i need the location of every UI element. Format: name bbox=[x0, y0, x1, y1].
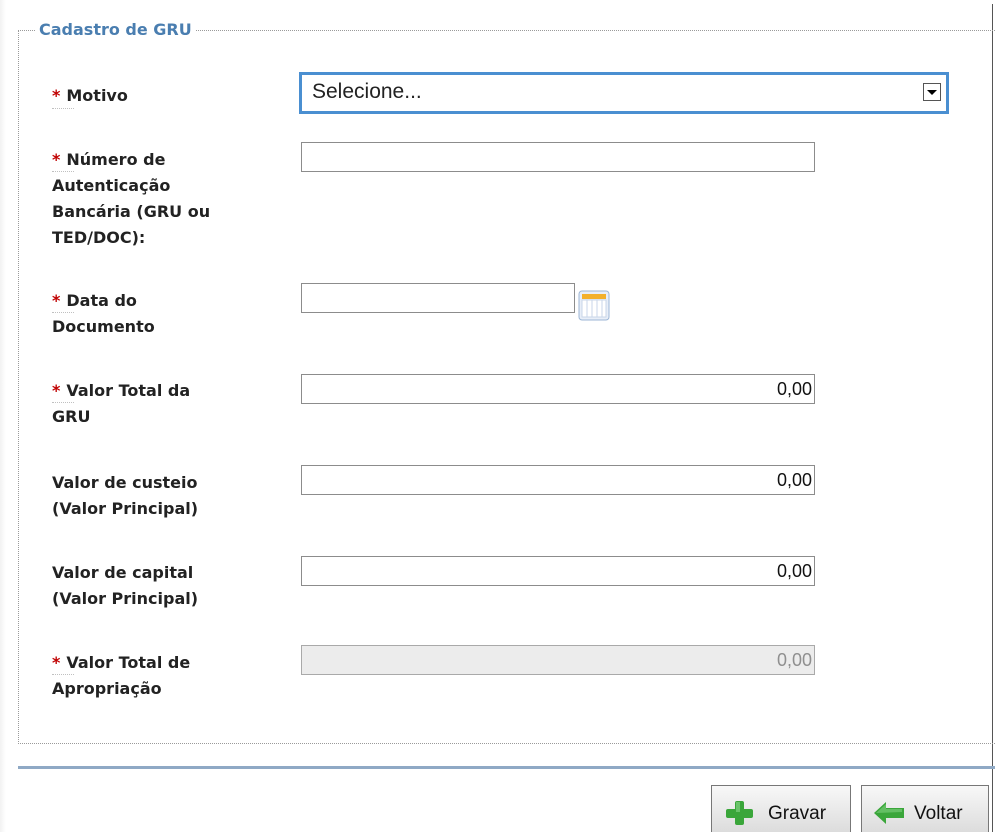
valor-custeio-label: Valor de custeio (Valor Principal) bbox=[52, 470, 198, 522]
save-button-label: Gravar bbox=[768, 803, 827, 824]
valor-apropriacao-label: * Valor Total de Apropriação bbox=[52, 650, 190, 702]
valor-total-gru-label: * Valor Total da GRU bbox=[52, 378, 190, 430]
label-line: TED/DOC): bbox=[52, 228, 146, 247]
required-marker: * bbox=[52, 150, 61, 169]
plus-icon bbox=[726, 801, 753, 825]
label-underline bbox=[52, 312, 74, 314]
label-line: GRU bbox=[52, 407, 91, 426]
label-underline bbox=[52, 171, 74, 173]
motivo-select[interactable]: Selecione... bbox=[299, 72, 949, 114]
label-line: Data do bbox=[66, 291, 137, 310]
calendar-icon[interactable] bbox=[577, 288, 611, 322]
label-line: Número de bbox=[66, 150, 166, 169]
save-button[interactable]: Gravar bbox=[711, 785, 851, 832]
top-strip bbox=[0, 0, 995, 832]
label-line: Valor Total da bbox=[66, 381, 191, 400]
label-underline bbox=[52, 108, 74, 110]
valor-apropriacao-input: 0,00 bbox=[301, 645, 815, 675]
label-line: Autenticação bbox=[52, 176, 171, 195]
motivo-select-value: Selecione... bbox=[312, 80, 422, 103]
back-button-label: Voltar bbox=[914, 803, 963, 824]
label-line: Valor de capital bbox=[52, 563, 194, 582]
label-line: Documento bbox=[52, 317, 155, 336]
label-line: Valor de custeio bbox=[52, 473, 198, 492]
required-marker: * bbox=[52, 653, 61, 672]
label-underline bbox=[52, 402, 74, 404]
valor-custeio-input[interactable]: 0,00 bbox=[301, 465, 815, 495]
arrow-left-icon bbox=[874, 802, 904, 824]
label-line: (Valor Principal) bbox=[52, 589, 199, 608]
required-marker: * bbox=[52, 86, 61, 105]
required-marker: * bbox=[52, 291, 61, 310]
required-marker: * bbox=[52, 381, 61, 400]
motivo-label-text: Motivo bbox=[66, 86, 128, 105]
chevron-down-icon[interactable] bbox=[923, 83, 941, 101]
data-documento-label: * Data do Documento bbox=[52, 288, 155, 340]
label-underline bbox=[52, 674, 74, 676]
valor-total-gru-input[interactable]: 0,00 bbox=[301, 374, 815, 404]
fieldset-legend: Cadastro de GRU bbox=[36, 20, 195, 39]
data-documento-input[interactable] bbox=[301, 283, 575, 313]
label-line: Bancária (GRU ou bbox=[52, 202, 211, 221]
back-button[interactable]: Voltar bbox=[861, 785, 989, 832]
motivo-label: * Motivo bbox=[52, 83, 128, 109]
label-line: Valor Total de bbox=[66, 653, 191, 672]
autenticacao-input[interactable] bbox=[301, 142, 815, 172]
footer-divider bbox=[18, 766, 995, 769]
valor-capital-input[interactable]: 0,00 bbox=[301, 556, 815, 586]
valor-capital-label: Valor de capital (Valor Principal) bbox=[52, 560, 198, 612]
label-line: Apropriação bbox=[52, 679, 162, 698]
label-line: (Valor Principal) bbox=[52, 499, 199, 518]
autenticacao-label: * Número de Autenticação Bancária (GRU ou… bbox=[52, 147, 210, 251]
